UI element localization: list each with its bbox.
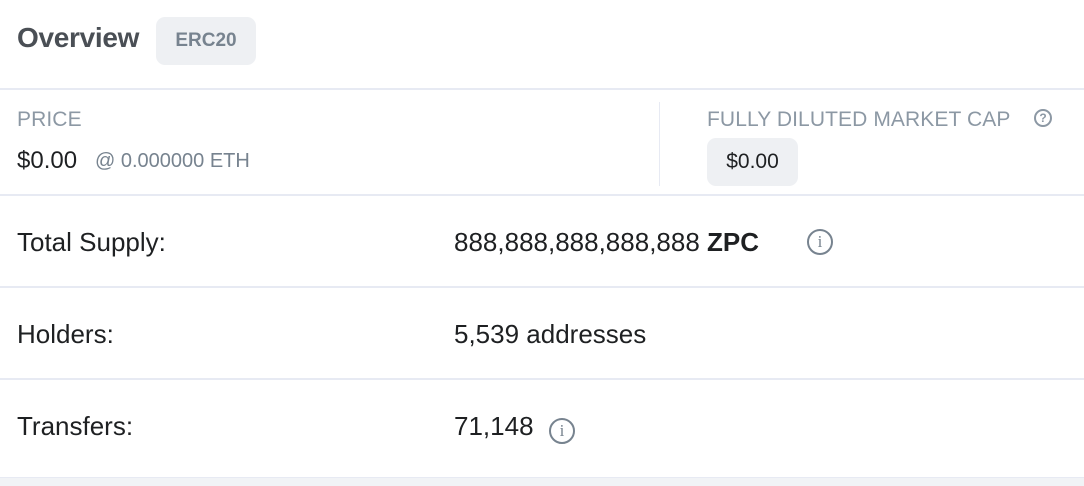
info-circle-icon[interactable]: i xyxy=(549,418,575,444)
holders-value: 5,539 addresses xyxy=(454,319,647,349)
market-cap-value: $0.00 xyxy=(707,138,798,186)
transfers-label: Transfers: xyxy=(17,411,134,441)
overview-title: Overview xyxy=(17,22,140,53)
price-label: PRICE xyxy=(17,108,82,131)
total-supply-row: Total Supply: 888,888,888,888,888 ZPC i xyxy=(0,196,1084,288)
card-header: Overview ERC20 xyxy=(0,0,1084,90)
question-circle-icon[interactable]: ? xyxy=(1034,109,1052,127)
total-supply-value: 888,888,888,888,888 ZPC xyxy=(454,196,759,288)
price-stats: PRICE $0.00 @ 0.000000 ETH FULLY DILUTED… xyxy=(0,90,1084,196)
token-overview-card: Overview ERC20 PRICE $0.00 @ 0.000000 ET… xyxy=(0,0,1084,478)
market-cap-label: FULLY DILUTED MARKET CAP xyxy=(707,108,1011,131)
price-value: $0.00 xyxy=(17,147,78,174)
stats-divider xyxy=(659,102,660,186)
transfers-row: Transfers: 71,148 i xyxy=(0,380,1084,472)
holders-row: Holders: 5,539 addresses xyxy=(0,288,1084,380)
price-eth-value: @ 0.000000 ETH xyxy=(95,150,250,172)
transfers-value: 71,148 xyxy=(454,411,534,441)
info-circle-icon[interactable]: i xyxy=(807,229,833,255)
total-supply-label: Total Supply: xyxy=(17,227,166,257)
total-supply-amount: 888,888,888,888,888 xyxy=(454,227,700,257)
token-standard-badge: ERC20 xyxy=(156,17,256,65)
token-symbol: ZPC xyxy=(707,227,760,257)
holders-label: Holders: xyxy=(17,319,114,349)
